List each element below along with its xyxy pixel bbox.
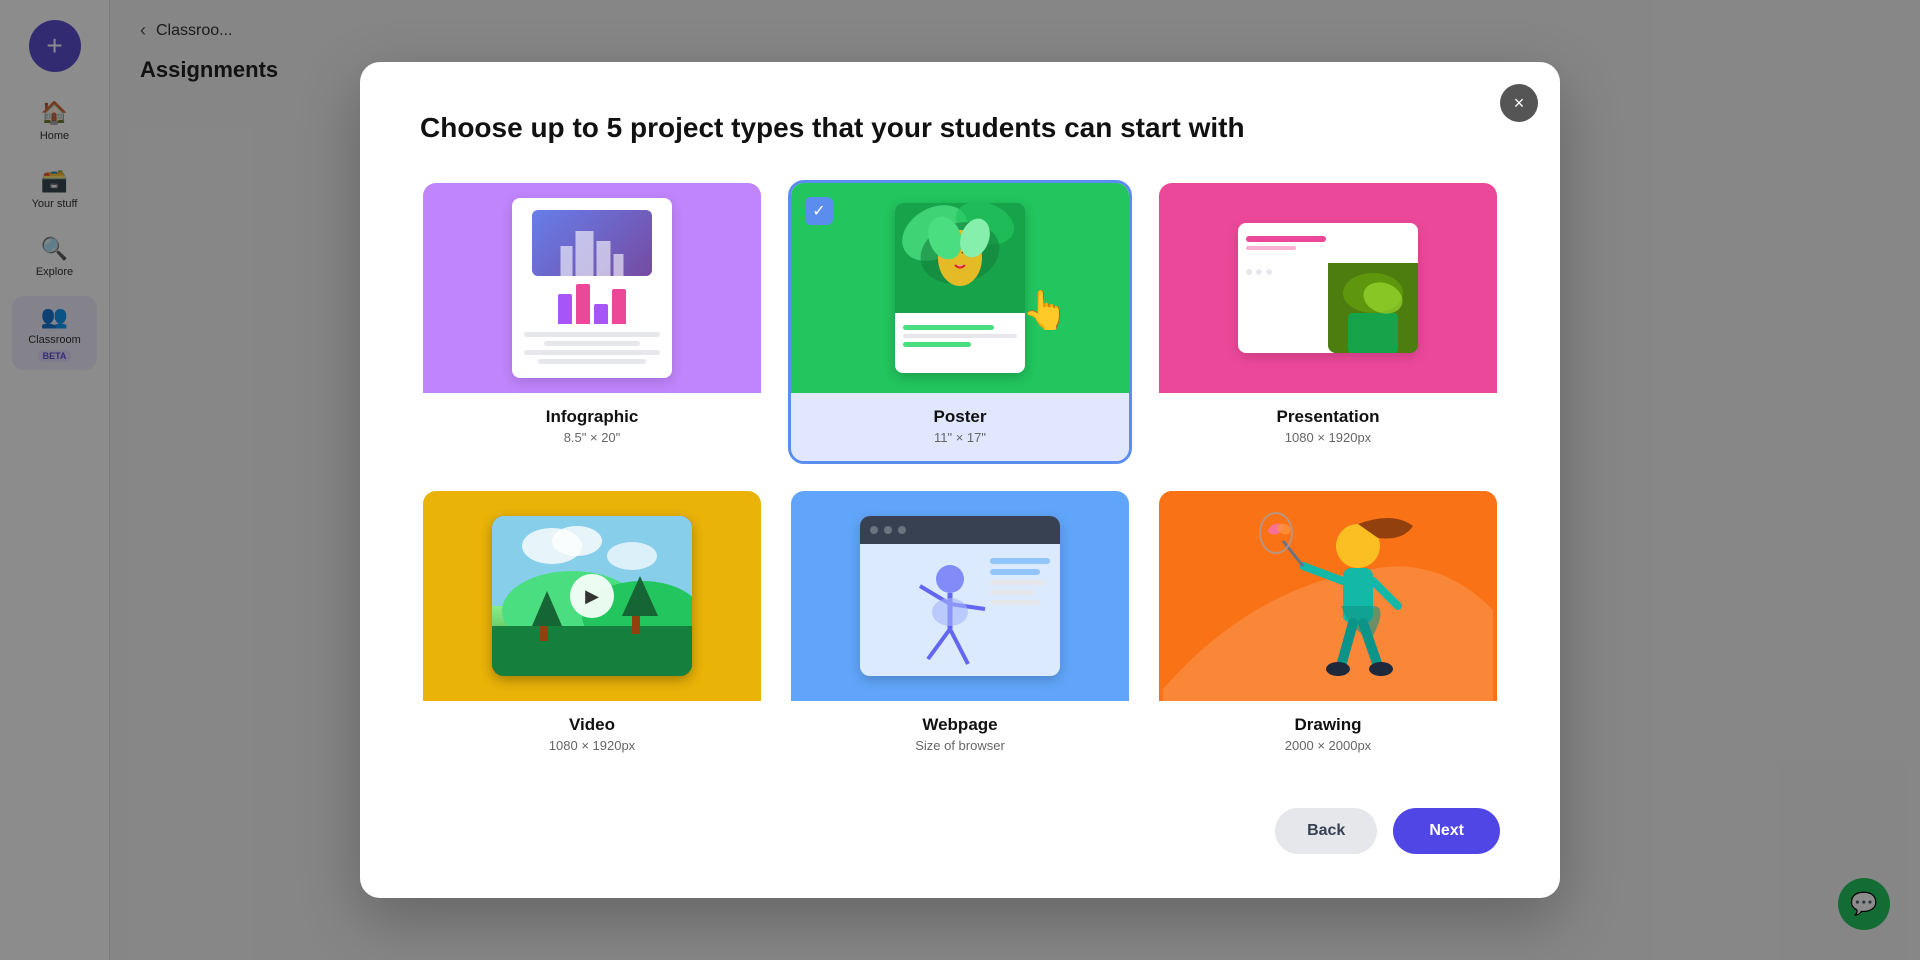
video-size: 1080 × 1920px: [433, 738, 751, 753]
webpage-size: Size of browser: [801, 738, 1119, 753]
modal-title: Choose up to 5 project types that your s…: [420, 112, 1500, 144]
video-thumbnail: ▶: [423, 491, 761, 701]
close-icon: ×: [1514, 93, 1525, 114]
back-button[interactable]: Back: [1275, 808, 1377, 854]
drawing-thumbnail: [1159, 491, 1497, 701]
drawing-name: Drawing: [1169, 715, 1487, 735]
project-type-modal: × Choose up to 5 project types that your…: [360, 62, 1560, 898]
cursor-hand-icon: 👆: [1022, 289, 1069, 333]
presentation-size: 1080 × 1920px: [1169, 430, 1487, 445]
infographic-info: Infographic 8.5" × 20": [423, 393, 761, 461]
play-icon: ▶: [570, 574, 614, 618]
project-card-video[interactable]: ▶ Video 1080 × 1920px: [420, 488, 764, 772]
project-card-infographic[interactable]: Infographic 8.5" × 20": [420, 180, 764, 464]
presentation-name: Presentation: [1169, 407, 1487, 427]
webpage-info: Webpage Size of browser: [791, 701, 1129, 769]
drawing-info: Drawing 2000 × 2000px: [1159, 701, 1497, 769]
infographic-size: 8.5" × 20": [433, 430, 751, 445]
poster-size: 11" × 17": [801, 430, 1119, 445]
poster-checkbox: ✓: [805, 197, 833, 225]
modal-footer: Back Next: [420, 808, 1500, 854]
poster-info: Poster 11" × 17": [791, 393, 1129, 461]
project-card-drawing[interactable]: Drawing 2000 × 2000px: [1156, 488, 1500, 772]
infographic-name: Infographic: [433, 407, 751, 427]
project-card-webpage[interactable]: Webpage Size of browser: [788, 488, 1132, 772]
project-card-presentation[interactable]: Presentation 1080 × 1920px: [1156, 180, 1500, 464]
next-button[interactable]: Next: [1393, 808, 1500, 854]
webpage-thumbnail: [791, 491, 1129, 701]
project-grid: Infographic 8.5" × 20" ✓: [420, 180, 1500, 772]
modal-close-button[interactable]: ×: [1500, 84, 1538, 122]
modal-overlay: × Choose up to 5 project types that your…: [0, 0, 1920, 960]
video-info: Video 1080 × 1920px: [423, 701, 761, 769]
video-name: Video: [433, 715, 751, 735]
drawing-size: 2000 × 2000px: [1169, 738, 1487, 753]
poster-name: Poster: [801, 407, 1119, 427]
presentation-thumbnail: [1159, 183, 1497, 393]
poster-thumbnail: 👆: [791, 183, 1129, 393]
webpage-name: Webpage: [801, 715, 1119, 735]
project-card-poster[interactable]: ✓: [788, 180, 1132, 464]
presentation-info: Presentation 1080 × 1920px: [1159, 393, 1497, 461]
infographic-thumbnail: [423, 183, 761, 393]
